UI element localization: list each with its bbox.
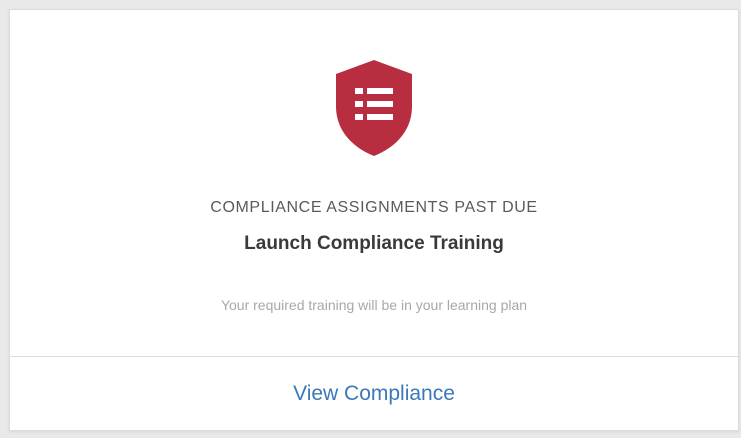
card-overline: COMPLIANCE ASSIGNMENTS PAST DUE <box>210 199 538 216</box>
card-description: Your required training will be in your l… <box>220 297 528 313</box>
card-title: Launch Compliance Training <box>244 233 504 254</box>
card-footer: View Compliance <box>10 357 738 430</box>
shield-list-icon <box>332 58 416 158</box>
card-body: COMPLIANCE ASSIGNMENTS PAST DUE Launch C… <box>10 10 738 356</box>
compliance-card: COMPLIANCE ASSIGNMENTS PAST DUE Launch C… <box>9 9 739 431</box>
view-compliance-link[interactable]: View Compliance <box>293 382 455 406</box>
